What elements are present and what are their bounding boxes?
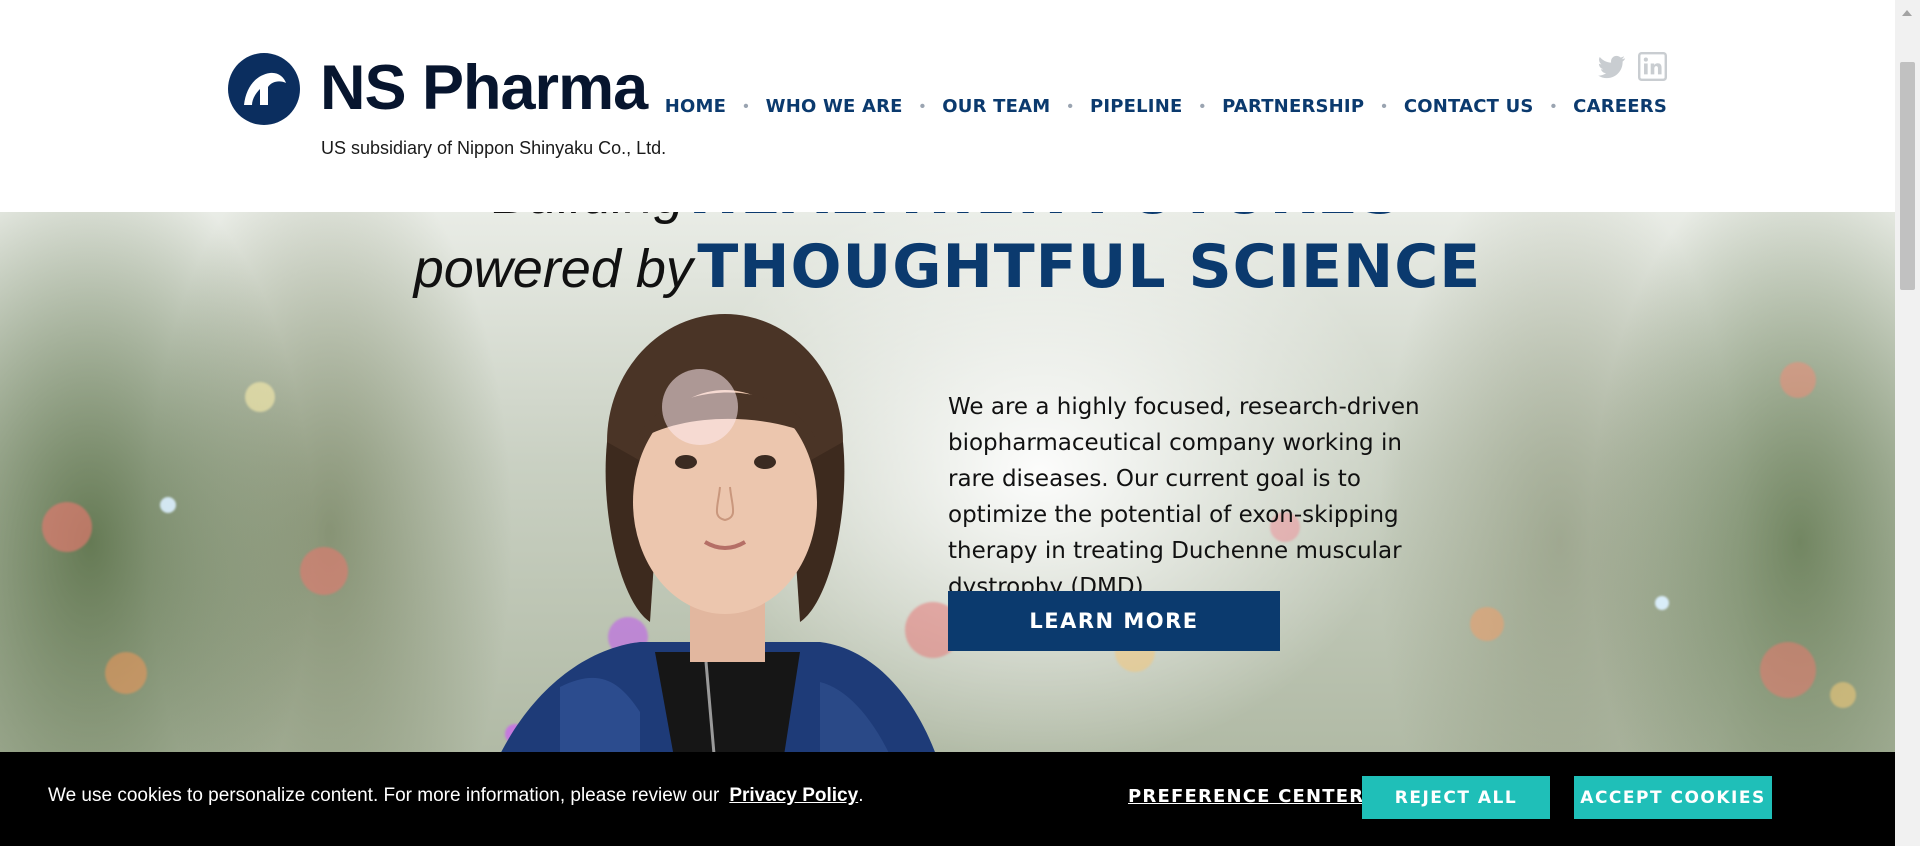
- bokeh-light: [1760, 642, 1816, 698]
- hero-bold-2: THOUGHTFUL SCIENCE: [697, 232, 1482, 302]
- site-header: NS Pharma US subsidiary of Nippon Shinya…: [0, 0, 1895, 212]
- scrollbar-thumb[interactable]: [1900, 62, 1915, 290]
- cookie-message-row: We use cookies to personalize content. F…: [48, 785, 863, 807]
- nav-pipeline[interactable]: PIPELINE: [1090, 96, 1183, 117]
- bokeh-light: [1780, 362, 1816, 398]
- page-scrollbar[interactable]: [1895, 0, 1920, 846]
- bokeh-light: [1830, 682, 1856, 708]
- bokeh-light: [835, 682, 885, 732]
- social-links: [1597, 52, 1667, 81]
- nav-separator: •: [919, 97, 926, 115]
- bokeh-light: [505, 724, 525, 744]
- nav-separator: •: [1381, 97, 1387, 115]
- nav-contact-us[interactable]: CONTACT US: [1404, 96, 1534, 117]
- bokeh-light: [690, 417, 740, 467]
- nav-who-we-are[interactable]: WHO WE ARE: [766, 96, 903, 117]
- hero-italic-2: powered by: [413, 239, 693, 299]
- privacy-policy-link[interactable]: Privacy Policy: [729, 785, 858, 806]
- cookie-message: We use cookies to personalize content. F…: [48, 785, 720, 806]
- nav-separator: •: [1199, 97, 1206, 115]
- twitter-icon[interactable]: [1597, 52, 1626, 81]
- hero-intro-text: We are a highly focused, research-driven…: [948, 394, 1420, 600]
- cookie-banner: We use cookies to personalize content. F…: [0, 752, 1895, 846]
- preference-center-link[interactable]: PREFERENCE CENTER: [1128, 786, 1364, 807]
- bokeh-light: [42, 502, 92, 552]
- linkedin-icon[interactable]: [1638, 52, 1667, 81]
- reject-all-button[interactable]: REJECT ALL: [1362, 776, 1550, 819]
- bokeh-light: [245, 382, 275, 412]
- nav-careers[interactable]: CAREERS: [1573, 96, 1667, 117]
- nav-separator: •: [1550, 97, 1557, 115]
- nav-separator: •: [1067, 97, 1073, 115]
- ns-pharma-logo-icon[interactable]: [228, 53, 300, 125]
- nav-home[interactable]: HOME: [665, 96, 726, 117]
- bokeh-light: [608, 617, 648, 657]
- bokeh-light: [105, 652, 147, 694]
- logo-subtitle: US subsidiary of Nippon Shinyaku Co., Lt…: [321, 138, 667, 158]
- scroll-up-arrow-icon[interactable]: [1902, 10, 1912, 16]
- nav-separator: •: [743, 97, 749, 115]
- learn-more-button[interactable]: LEARN MORE: [948, 591, 1280, 651]
- bokeh-light: [160, 497, 176, 513]
- bokeh-light: [1655, 596, 1669, 610]
- bokeh-light: [300, 547, 348, 595]
- nav-our-team[interactable]: OUR TEAM: [942, 96, 1050, 117]
- main-nav: HOME • WHO WE ARE • OUR TEAM • PIPELINE …: [665, 96, 1667, 117]
- hero-headline-line2: powered by THOUGHTFUL SCIENCE: [0, 232, 1895, 302]
- cookie-period: .: [858, 785, 864, 806]
- nav-partnership[interactable]: PARTNERSHIP: [1222, 96, 1364, 117]
- logo-text[interactable]: NS Pharma: [320, 52, 648, 124]
- bokeh-light: [1470, 607, 1504, 641]
- accept-cookies-button[interactable]: ACCEPT COOKIES: [1574, 776, 1772, 819]
